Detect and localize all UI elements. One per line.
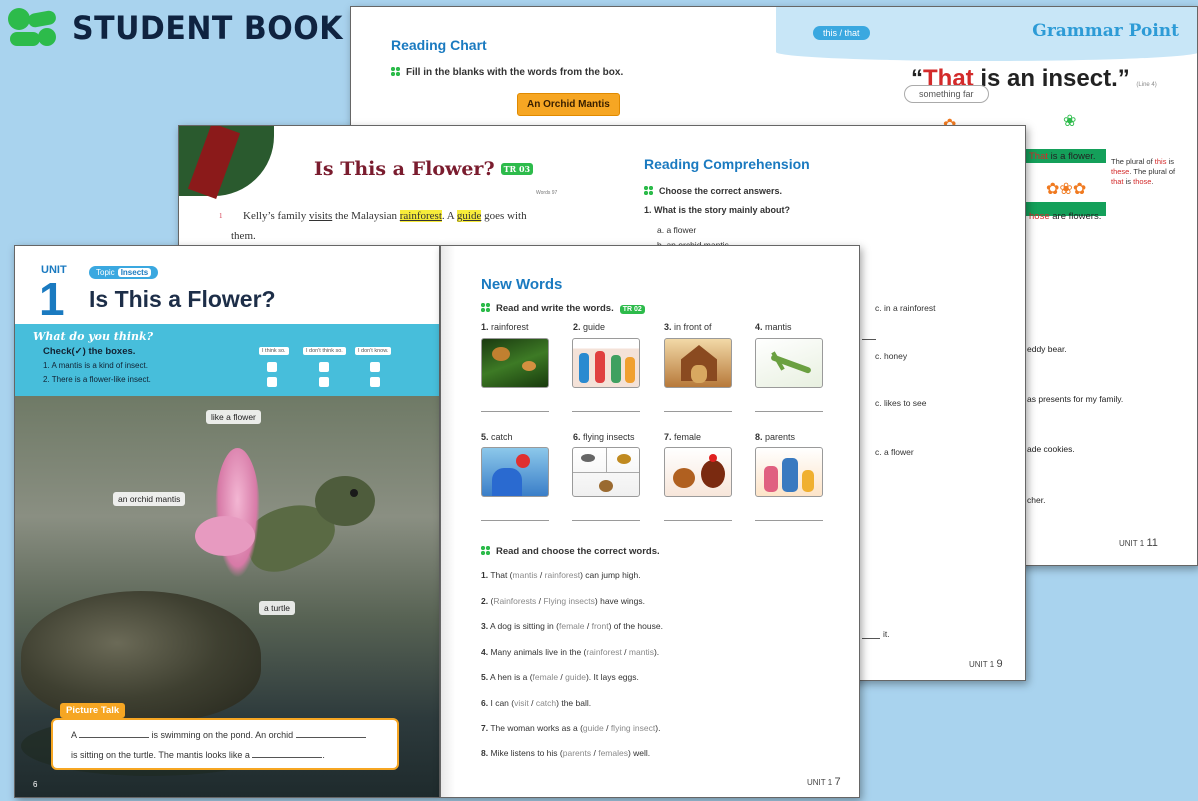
- orchid-mantis: [215, 448, 260, 578]
- answer-blank: [862, 339, 876, 340]
- checkbox[interactable]: [319, 362, 329, 372]
- photo-label: an orchid mantis: [113, 492, 186, 506]
- sentence-item: 5. A hen is a (female / guide). It lays …: [481, 672, 639, 682]
- checkbox[interactable]: [267, 377, 277, 387]
- sentence-item: 3. A dog is sitting in (female / front) …: [481, 621, 663, 631]
- side-line: as presents for my family.: [1027, 394, 1124, 404]
- brand-logo-icon: [8, 8, 58, 48]
- vocab-word: 7. female: [664, 432, 702, 442]
- story-title: Is This a Flower? TR 03: [314, 158, 534, 180]
- flying-insects-image: [572, 447, 640, 497]
- comp-answer[interactable]: c. in a rainforest: [875, 303, 935, 313]
- what-do-you-think-panel: What do you think? Check(✓) the boxes. 1…: [15, 324, 439, 396]
- story-text: 1 Kelly’s family visits the Malaysian ra…: [219, 210, 527, 242]
- page-number: UNIT 1 9: [969, 658, 1003, 670]
- in-front-of-image: [664, 338, 732, 388]
- picture-talk-tag: Picture Talk: [60, 703, 126, 718]
- checkbox[interactable]: [319, 377, 329, 387]
- flowers-icon: ✿❀✿: [1046, 181, 1087, 198]
- comp-answer[interactable]: a. a flower: [657, 225, 696, 235]
- topic-badge: Topic Insects: [89, 266, 159, 279]
- vocab-word: 3. in front of: [664, 322, 712, 332]
- photo-label: like a flower: [206, 410, 261, 424]
- vocab-word: 1. rainforest: [481, 322, 529, 332]
- turtle-head: [315, 476, 375, 526]
- comp-instruction: Choose the correct answers.: [644, 186, 782, 196]
- catch-image: [481, 447, 549, 497]
- sentence-item: 8. Mike listens to his (parents / female…: [481, 748, 651, 758]
- blank-it: it.: [883, 629, 890, 639]
- sentence-item: 1. That (mantis / rainforest) can jump h…: [481, 570, 641, 580]
- comp-answer[interactable]: c. honey: [875, 351, 907, 361]
- female-image: [664, 447, 732, 497]
- audio-track-icon[interactable]: TR 03: [500, 163, 534, 175]
- turtle-shell: [21, 591, 261, 721]
- option-i-think-so: I think so.: [259, 347, 289, 355]
- instruction-bullet-icon: [391, 67, 400, 76]
- option-i-dont-think-so: I don't think so.: [303, 347, 346, 355]
- rainforest-image: [481, 338, 549, 388]
- parents-image: [755, 447, 823, 497]
- grammar-tag: this / that: [813, 26, 870, 40]
- picture-talk-line: is sitting on the turtle. The mantis loo…: [71, 750, 325, 760]
- picture-talk-box: A is swimming on the pond. An orchid is …: [51, 718, 399, 770]
- side-line: cher.: [1027, 495, 1046, 505]
- wdyt-item: 1. A mantis is a kind of insect.: [43, 361, 148, 370]
- sentence-item: 6. I can (visit / catch) the ball.: [481, 698, 592, 708]
- wdyt-heading: What do you think?: [33, 330, 154, 343]
- plural-note: The plural of this is these. The plural …: [1111, 157, 1176, 187]
- photo-label: a turtle: [259, 601, 295, 615]
- vocab-word: 2. guide: [573, 322, 606, 332]
- brand-title: STUDENT BOOK: [72, 9, 343, 47]
- page-number: UNIT 1 7: [807, 776, 841, 788]
- plant-icon: ❀: [1063, 113, 1077, 130]
- comp-question: 1. What is the story mainly about?: [644, 205, 791, 215]
- answer-blank: [862, 638, 880, 639]
- unit-title: Is This a Flower?: [89, 286, 276, 312]
- choose-words-instruction: Read and choose the correct words.: [481, 546, 660, 557]
- new-words-title: New Words: [481, 276, 563, 293]
- comp-answer[interactable]: c. a flower: [875, 447, 914, 457]
- option-i-dont-know: I don't know.: [355, 347, 392, 355]
- check-instruction: Check(✓) the boxes.: [43, 346, 136, 357]
- audio-track-icon[interactable]: TR 02: [619, 305, 645, 314]
- mantis-image: [755, 338, 823, 388]
- comp-answer[interactable]: c. likes to see: [875, 398, 927, 408]
- vocab-word: 5. catch: [481, 432, 513, 442]
- wdyt-item: 2. There is a flower-like insect.: [43, 375, 151, 384]
- side-line: eddy bear.: [1027, 344, 1067, 354]
- new-words-page: New Words Read and write the words. TR 02…: [440, 245, 860, 798]
- new-words-instruction: Read and write the words. TR 02: [481, 303, 645, 314]
- checkbox[interactable]: [370, 362, 380, 372]
- vocab-word: 6. flying insects: [573, 432, 635, 442]
- reading-chart-instruction: Fill in the blanks with the words from t…: [391, 67, 623, 78]
- orchid-mantis-box: An Orchid Mantis: [517, 93, 620, 116]
- vocab-word: 4. mantis: [755, 322, 792, 332]
- reading-comprehension-title: Reading Comprehension: [644, 156, 810, 172]
- instruction-bullet-icon: [481, 546, 490, 555]
- side-line: ade cookies.: [1027, 444, 1075, 454]
- something-far-label: something far: [904, 85, 989, 103]
- brand-header: STUDENT BOOK: [8, 8, 343, 48]
- sentence-item: 4. Many animals live in the (rainforest …: [481, 647, 660, 657]
- those-flowers-text: hose are flowers.: [1029, 211, 1102, 222]
- page-number: 6: [33, 780, 38, 789]
- unit-opener-page: UNIT 1 Topic Insects Is This a Flower? Wh…: [14, 245, 440, 798]
- instruction-bullet-icon: [644, 186, 653, 195]
- sentence-item: 2. (Rainforests / Flying insects) have w…: [481, 596, 645, 606]
- instruction-bullet-icon: [481, 303, 490, 312]
- reading-chart-title: Reading Chart: [391, 37, 487, 53]
- sentence-item: 7. The woman works as a (guide / flying …: [481, 723, 661, 733]
- that-flower-text: That is a flower.: [1029, 151, 1096, 162]
- vocab-word: 8. parents: [755, 432, 796, 442]
- checkbox[interactable]: [370, 377, 380, 387]
- guide-image: [572, 338, 640, 388]
- grammar-point-title: Grammar Point: [1032, 21, 1179, 41]
- checkbox[interactable]: [267, 362, 277, 372]
- unit-number: 1: [39, 273, 65, 325]
- page-number: UNIT 1 11: [1119, 537, 1158, 549]
- picture-talk-line: A is swimming on the pond. An orchid: [71, 730, 366, 740]
- word-count: Words 97: [536, 190, 558, 196]
